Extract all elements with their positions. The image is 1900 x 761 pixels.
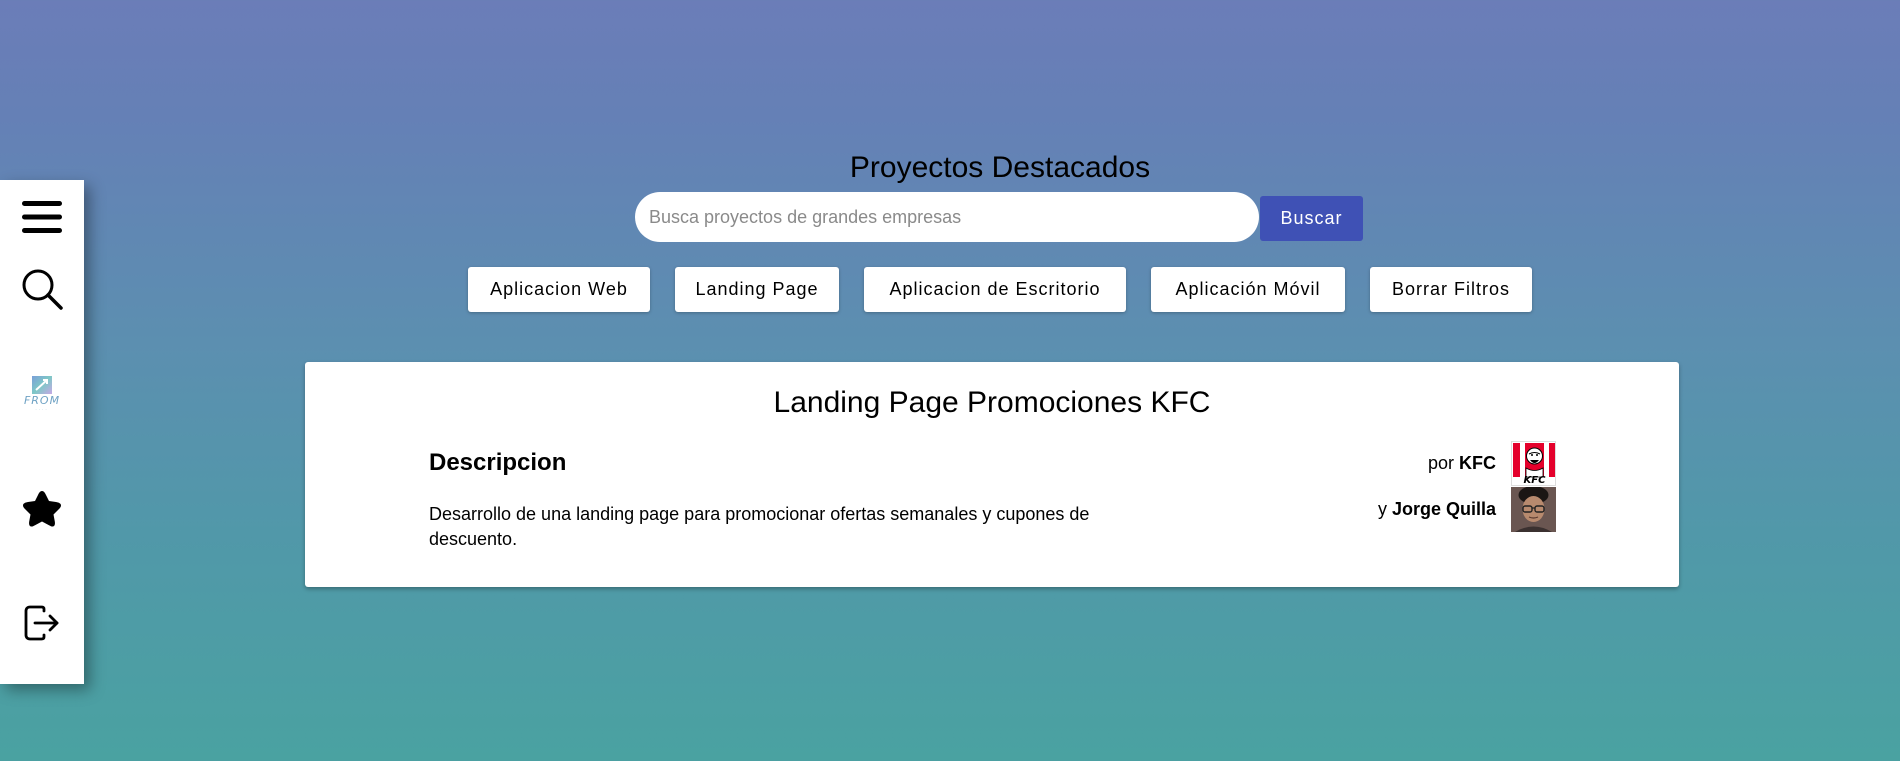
author-avatar bbox=[1511, 487, 1556, 532]
app-logo-mark: FROM ···· bbox=[21, 376, 63, 420]
company-logo-text: KFC bbox=[1523, 475, 1546, 486]
logout-button[interactable] bbox=[0, 600, 84, 646]
filter-mobile-app-button[interactable]: Aplicación Móvil bbox=[1151, 267, 1345, 312]
filter-landing-page-button[interactable]: Landing Page bbox=[675, 267, 839, 312]
project-card[interactable]: Landing Page Promociones KFC Descripcion… bbox=[305, 362, 1679, 587]
clear-filters-button[interactable]: Borrar Filtros bbox=[1370, 267, 1532, 312]
search-input[interactable] bbox=[635, 192, 1259, 242]
logo-text: FROM bbox=[23, 394, 61, 407]
author-credit: y Jorge Quilla bbox=[1378, 499, 1496, 520]
project-title: Landing Page Promociones KFC bbox=[773, 386, 1211, 419]
search-button[interactable]: Buscar bbox=[1260, 196, 1363, 241]
sidebar: FROM ···· bbox=[0, 180, 84, 684]
logo-graphic bbox=[32, 376, 52, 394]
by-prefix: por bbox=[1427, 453, 1454, 473]
filter-desktop-app-button[interactable]: Aplicacion de Escritorio bbox=[864, 267, 1126, 312]
menu-icon bbox=[22, 201, 62, 233]
company-logo: KFC bbox=[1511, 441, 1556, 486]
favorites-button[interactable] bbox=[0, 486, 84, 532]
app-logo[interactable]: FROM ···· bbox=[0, 374, 84, 422]
logo-subtext: ···· bbox=[35, 407, 49, 412]
star-icon bbox=[23, 491, 61, 527]
page-title: Proyectos Destacados bbox=[849, 151, 1151, 184]
project-description: Desarrollo de una landing page para prom… bbox=[429, 504, 1090, 549]
logout-icon bbox=[24, 605, 59, 641]
menu-button[interactable] bbox=[0, 194, 84, 240]
author-name: Jorge Quilla bbox=[1391, 499, 1496, 519]
filter-web-app-button[interactable]: Aplicacion Web bbox=[468, 267, 650, 312]
company-credit: por KFC bbox=[1428, 453, 1496, 474]
description-heading: Descripcion bbox=[429, 449, 567, 476]
company-name: KFC bbox=[1459, 453, 1496, 473]
and-prefix: y bbox=[1377, 499, 1387, 519]
filter-bar: Aplicacion Web Landing Page Aplicacion d… bbox=[0, 267, 1900, 312]
